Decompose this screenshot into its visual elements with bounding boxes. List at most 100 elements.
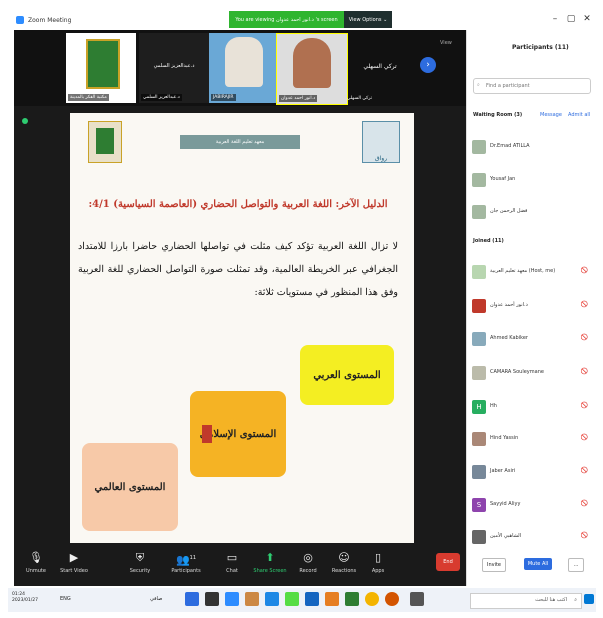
search-input[interactable] <box>484 80 588 92</box>
apps-icon: ▯ <box>374 551 382 564</box>
start-icon[interactable] <box>584 594 594 604</box>
arab-level-box: المستوى العربي <box>300 345 394 405</box>
person-photo-icon <box>225 37 263 87</box>
avatar <box>472 366 486 380</box>
thumb-big-name: تركي السهلي <box>363 63 397 70</box>
slide-body: لا تزال اللغة العربية تؤكد كيف مثلت في ت… <box>78 241 398 298</box>
search-icon: ⌕ <box>574 597 577 603</box>
avatar <box>472 530 486 544</box>
joined-row[interactable]: د.انور أحمد عدوان 🚫 <box>472 296 592 320</box>
mic-off-icon: 🚫 <box>580 434 588 441</box>
message-link[interactable]: Message <box>540 112 562 118</box>
thumb-big-name: د.عبدالعزيز السلمي <box>153 63 195 69</box>
unmute-button[interactable]: 🎙 Unmute <box>16 548 56 582</box>
thumb-name: مكتبة الفكر بالمدينة <box>68 94 109 101</box>
language-indicator: ENG <box>60 596 71 602</box>
person-photo-icon <box>293 38 331 88</box>
chrome-icon[interactable] <box>365 592 379 606</box>
folder-icon[interactable] <box>245 592 259 606</box>
next-page-button[interactable]: › <box>420 57 436 73</box>
thumb-turki[interactable]: تركي السهلي تركي السهلي <box>345 33 415 103</box>
avatar <box>472 465 486 479</box>
riwaq-logo-icon: رواق <box>362 121 400 163</box>
thumb-library[interactable]: مكتبة الفكر بالمدينة <box>66 33 136 103</box>
joined-row[interactable]: S Sayyid Aliyy 🚫 <box>472 495 592 519</box>
waiting-room-label: Waiting Room (3) <box>473 112 523 118</box>
chat-button[interactable]: ▭ Chat <box>212 548 252 582</box>
pointer-marker <box>202 425 212 443</box>
store-icon[interactable] <box>285 592 299 606</box>
excel-icon[interactable] <box>345 592 359 606</box>
avatar <box>472 140 486 154</box>
avatar: H <box>472 400 486 414</box>
joined-row[interactable]: CAMARA Souleymane 🚫 <box>472 363 592 387</box>
task-view-icon[interactable] <box>410 592 424 606</box>
record-icon: ◎ <box>303 551 313 564</box>
avatar: S <box>472 498 486 512</box>
participant-search[interactable]: ⌕ <box>473 78 591 94</box>
waiting-row[interactable]: Dr.Emad ATILLA <box>472 137 592 161</box>
mic-off-icon: 🚫 <box>580 267 588 274</box>
joined-row[interactable]: الشاهبي الأمين 🚫 <box>472 527 592 551</box>
end-button[interactable]: End <box>436 553 460 571</box>
mic-off-icon: 🚫 <box>580 368 588 375</box>
thumb-anwar[interactable]: د.انور احمد عدوان <box>276 33 348 105</box>
outlook-icon[interactable] <box>305 592 319 606</box>
view-toggle[interactable]: View <box>440 40 452 46</box>
taskbar-search[interactable]: ⌕ اكتب هنا للبحث <box>470 593 582 609</box>
invite-button[interactable]: Invite <box>482 558 506 572</box>
firefox-icon[interactable] <box>385 592 399 606</box>
thumb-name: تركي السهلي <box>347 96 373 101</box>
apps-button[interactable]: ▯ Apps <box>358 548 398 582</box>
avatar <box>472 299 486 313</box>
library-logo-icon <box>88 121 122 163</box>
start-video-button[interactable]: ▶ Start Video <box>54 548 94 582</box>
search-icon: ⌕ <box>477 82 480 88</box>
terminal-icon[interactable] <box>205 592 219 606</box>
waiting-row[interactable]: فضل الرحمن جان <box>472 202 592 226</box>
zoom-logo-icon <box>16 16 24 24</box>
thumb-abdulaziz[interactable]: د.عبدالعزيز السلمي د.عبدالعزيز السلمي <box>139 33 209 103</box>
mute-all-button[interactable]: Mute All <box>524 558 552 570</box>
files-icon[interactable] <box>325 592 339 606</box>
window-title: Zoom Meeting <box>28 16 72 24</box>
avatar <box>472 205 486 219</box>
share-screen-button[interactable]: ⬆ Share Screen <box>250 548 290 582</box>
panel-title: Participants (11) <box>512 44 569 51</box>
security-button[interactable]: ⛨ Security <box>120 548 160 582</box>
share-screen-icon: ⬆ <box>265 551 275 564</box>
joined-row[interactable]: Hind Yassin 🚫 <box>472 429 592 453</box>
joined-row[interactable]: معهد تعليم العربية (Host, me) 🚫 <box>472 262 592 286</box>
joined-row[interactable]: Jaber Asiri 🚫 <box>472 462 592 486</box>
joined-label: Joined (11) <box>473 238 504 244</box>
record-button[interactable]: ◎ Record <box>288 548 328 582</box>
participants-button[interactable]: 👥11 Participants <box>166 548 206 582</box>
thumb-jabir[interactable]: JABIRAJIR <box>209 33 279 103</box>
slide-header-banner: معهد تعليم اللغة العربية <box>180 135 300 149</box>
joined-row[interactable]: Ahmed Kabiker 🚫 <box>472 329 592 353</box>
shield-icon: ⛨ <box>135 551 145 564</box>
thumb-name: JABIRAJIR <box>211 94 236 101</box>
people-icon: 👥11 <box>175 553 197 567</box>
mic-off-icon: 🚫 <box>580 334 588 341</box>
video-off-icon: ▶ <box>69 551 79 564</box>
zoom-icon[interactable] <box>225 592 239 606</box>
admit-all-link[interactable]: Admit all <box>568 112 590 118</box>
mic-off-icon: 🚫 <box>580 500 588 507</box>
viewing-banner: You are viewing د.انور احمد عدوان 's scr… <box>229 11 344 28</box>
library-logo-icon <box>86 39 120 89</box>
more-button[interactable]: ... <box>568 558 584 572</box>
joined-row[interactable]: H Hh 🚫 <box>472 397 592 421</box>
mic-off-icon: 🚫 <box>580 402 588 409</box>
view-options-button[interactable]: View Options ⌄ <box>344 11 392 28</box>
edge-icon[interactable] <box>265 592 279 606</box>
avatar <box>472 332 486 346</box>
word-icon[interactable] <box>185 592 199 606</box>
waiting-row[interactable]: Yousaf Jan <box>472 170 592 194</box>
thumb-name: د.عبدالعزيز السلمي <box>141 94 182 101</box>
chat-icon: ▭ <box>226 551 238 564</box>
shield-icon <box>22 118 28 124</box>
mic-off-icon: 🚫 <box>580 532 588 539</box>
slide-heading: الدليل الآخر: اللغة العربية والتواصل الح… <box>88 199 388 210</box>
close-button[interactable]: ✕ <box>578 10 596 28</box>
